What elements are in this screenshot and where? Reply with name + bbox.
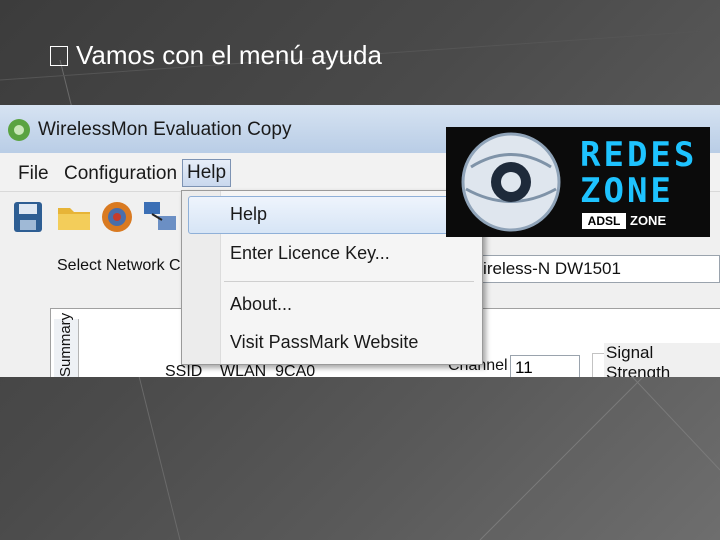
menu-configuration[interactable]: Configuration bbox=[60, 161, 181, 187]
redeszone-logo: REDES ZONE ADSL ZONE bbox=[446, 127, 710, 237]
menu-separator bbox=[224, 281, 474, 282]
slide-title-text: Vamos con el menú ayuda bbox=[76, 40, 382, 70]
screenshot: WirelessMon Evaluation Copy File Configu… bbox=[0, 105, 720, 377]
signal-strength-label: Signal Strength bbox=[604, 343, 720, 377]
logo-text-redes: REDES bbox=[580, 135, 698, 175]
network-card-select[interactable]: Wireless-N DW1501 bbox=[462, 255, 720, 283]
ssid-label: SSID bbox=[165, 363, 203, 377]
window-title: WirelessMon Evaluation Copy bbox=[38, 119, 292, 140]
tab-summary[interactable]: Summary bbox=[54, 313, 79, 377]
menu-help[interactable]: Help bbox=[182, 159, 232, 187]
menu-item-licence-key[interactable]: Enter Licence Key... bbox=[230, 243, 390, 264]
menu-item-visit-website[interactable]: Visit PassMark Website bbox=[230, 332, 418, 353]
menu-item-help[interactable]: Help bbox=[230, 204, 267, 225]
bullet-icon bbox=[50, 45, 68, 66]
network-icon[interactable] bbox=[142, 200, 178, 234]
logo-text-zone: ZONE bbox=[580, 171, 674, 211]
globe-icon bbox=[461, 132, 561, 232]
folder-icon[interactable] bbox=[56, 200, 92, 234]
save-icon[interactable] bbox=[12, 200, 44, 234]
ssid-value: WLAN_9CA0 bbox=[220, 363, 316, 377]
logo-zone-small: ZONE bbox=[630, 213, 667, 228]
slide-title: Vamos con el menú ayuda bbox=[50, 40, 382, 71]
logo-adsl-badge: ADSL bbox=[582, 213, 626, 229]
menu-item-about[interactable]: About... bbox=[230, 294, 292, 315]
app-icon bbox=[8, 119, 30, 141]
menu-file[interactable]: File bbox=[14, 161, 53, 187]
record-icon[interactable] bbox=[100, 200, 134, 234]
channel-field: 11 bbox=[510, 355, 580, 377]
help-dropdown-menu: Help Enter Licence Key... About... Visit… bbox=[181, 190, 483, 365]
